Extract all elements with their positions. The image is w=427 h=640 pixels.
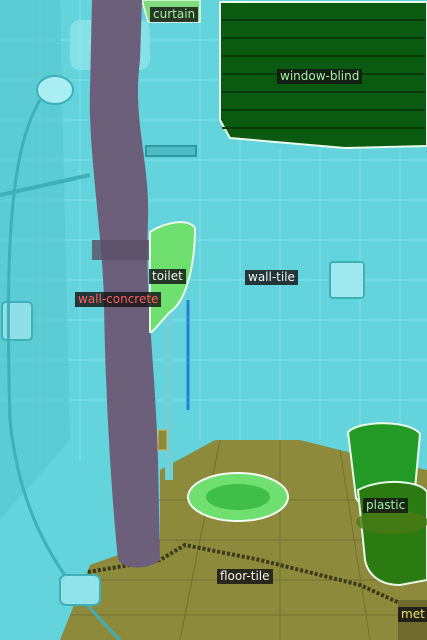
scene-canvas xyxy=(0,0,427,640)
label-metal: met xyxy=(398,607,427,622)
label-plastic: plastic xyxy=(363,498,409,513)
water-pipe xyxy=(165,300,173,480)
shower-head xyxy=(36,75,74,105)
soap-dish-right xyxy=(329,261,365,299)
bucket-rim xyxy=(356,510,427,534)
segmentation-image: curtain window-blind toilet wall-tile wa… xyxy=(0,0,427,640)
label-floor-tile: floor-tile xyxy=(217,569,273,584)
label-wall-concrete: wall-concrete xyxy=(75,292,162,307)
label-window-blind: window-blind xyxy=(277,69,363,84)
faucet xyxy=(59,574,101,606)
label-curtain: curtain xyxy=(150,7,199,22)
label-wall-tile: wall-tile xyxy=(245,270,298,285)
squat-toilet-bowl xyxy=(206,484,270,510)
shelf xyxy=(145,145,197,157)
column-band xyxy=(92,240,150,260)
floor-item xyxy=(157,429,168,451)
soap-dish-left xyxy=(1,301,33,341)
label-toilet: toilet xyxy=(149,269,186,284)
